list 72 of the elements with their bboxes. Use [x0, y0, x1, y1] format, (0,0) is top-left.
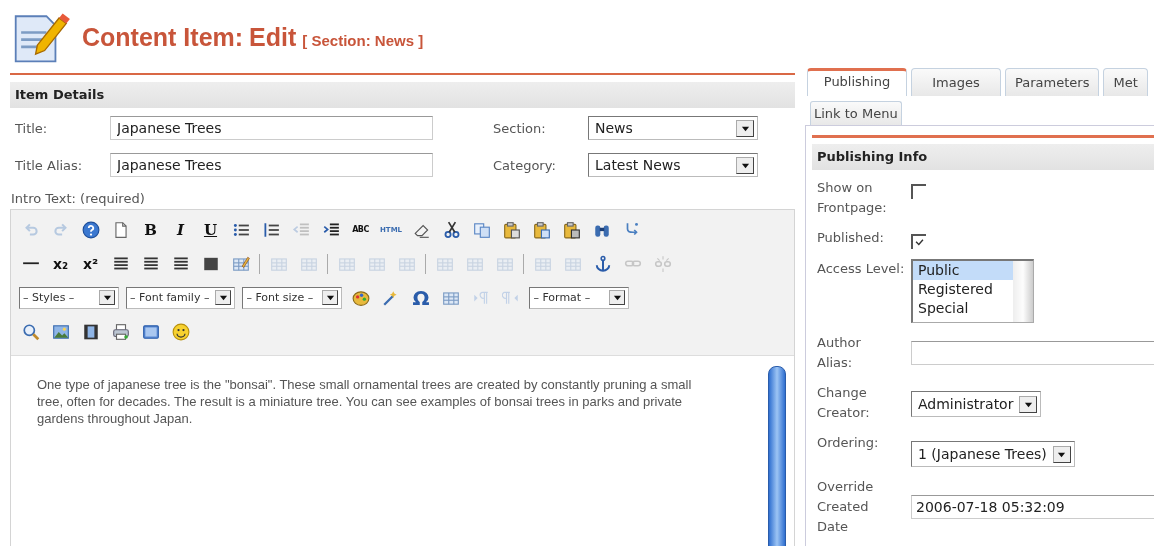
field-label: Title:: [15, 120, 49, 136]
clipboard-icon: [532, 220, 551, 239]
tab[interactable]: Met: [1103, 68, 1148, 96]
panel-heading: Publishing Info: [812, 144, 1154, 170]
picture-icon: [51, 322, 70, 341]
smiley-icon: [171, 322, 190, 341]
field-label: Intro Text: (required): [11, 191, 146, 206]
anchor-icon: [593, 254, 612, 273]
help-icon: [81, 220, 100, 239]
printer-icon: [111, 322, 130, 341]
field-label: Change Creator:: [817, 384, 871, 422]
text-editor-area[interactable]: [11, 355, 794, 546]
dropdown[interactable]: – Styles –: [19, 286, 119, 309]
superscript-button[interactable]: x²: [79, 252, 102, 275]
tab[interactable]: Link to Menu: [810, 101, 902, 125]
scissors-icon: [442, 220, 461, 239]
dropdown[interactable]: Latest News: [588, 153, 758, 177]
checkbox[interactable]: [911, 234, 926, 249]
field-label: Section:: [493, 120, 547, 136]
scrollbar[interactable]: [768, 366, 786, 546]
field-label: Published:: [817, 229, 885, 247]
bold-button[interactable]: B: [139, 218, 162, 241]
caret-icon: [325, 293, 335, 302]
table-pencil-icon: [231, 254, 250, 273]
tab[interactable]: Parameters: [1005, 68, 1100, 96]
horizontal-rule-icon: [21, 262, 40, 265]
field-label: Ordering:: [817, 434, 880, 452]
dropdown[interactable]: – Font size –: [242, 286, 343, 309]
spellcheck-button[interactable]: ABC: [349, 218, 372, 241]
page-action: Edit: [249, 22, 297, 52]
film-icon: [81, 322, 100, 341]
underline-button[interactable]: U: [199, 218, 222, 241]
dropdown[interactable]: 1 (Japanese Trees): [911, 441, 1075, 467]
text-field[interactable]: [911, 341, 1154, 365]
field-label: Show on Frontpage:: [817, 179, 888, 217]
palette-icon: [351, 288, 370, 307]
access-level-list[interactable]: Public Registered Special: [911, 259, 1034, 323]
screen-icon: [141, 322, 160, 341]
field-label: Override Created Date: [817, 478, 875, 536]
checkmark-icon: [914, 237, 925, 248]
page-title: Content Item:: [82, 22, 244, 52]
tab[interactable]: Publishing: [807, 68, 907, 96]
italic-button[interactable]: I: [169, 218, 192, 241]
omega-button[interactable]: Ω: [409, 286, 433, 309]
clipboard-icon: [502, 220, 521, 239]
magnifier-icon: [21, 322, 40, 341]
clipboard-icon: [562, 220, 581, 239]
field-label: Access Level:: [817, 260, 906, 278]
tab[interactable]: Images: [911, 68, 1001, 96]
subscript-button[interactable]: x₂: [49, 252, 72, 275]
dropdown[interactable]: – Format –: [529, 286, 630, 309]
section-label: [ Section: News ]: [302, 31, 424, 49]
caret-icon: [102, 293, 112, 302]
caret-icon: [218, 293, 228, 302]
list-option[interactable]: Public: [913, 261, 1013, 280]
text-field[interactable]: Japanese Trees: [110, 153, 433, 177]
broken-link-icon: [653, 254, 672, 273]
checkbox[interactable]: [911, 184, 926, 199]
numbered-list-icon: [261, 220, 280, 239]
caret-icon: [612, 293, 622, 302]
panel-heading: Item Details: [10, 82, 795, 108]
field-label: Title Alias:: [15, 157, 84, 173]
field-label: Category:: [493, 157, 557, 173]
copy-icon: [472, 220, 491, 239]
dropdown[interactable]: News: [588, 116, 758, 140]
body-text: One type of japanese tree is the "bonsai". These small ornamental trees are created by constantly pruning a small tree, often for decades. The result is a miniature tree. You can see examples of bonsai trees in parks and private gardens throughout Japan.: [37, 376, 693, 428]
field-label: Author Alias:: [817, 334, 862, 372]
text-field[interactable]: 2006-07-18 05:32:09: [911, 495, 1154, 519]
dropdown[interactable]: Administrator: [911, 391, 1042, 417]
chain-link-icon: [623, 260, 642, 267]
dropdown[interactable]: – Font family –: [126, 286, 236, 309]
text-field[interactable]: Japanese Trees: [110, 116, 433, 140]
